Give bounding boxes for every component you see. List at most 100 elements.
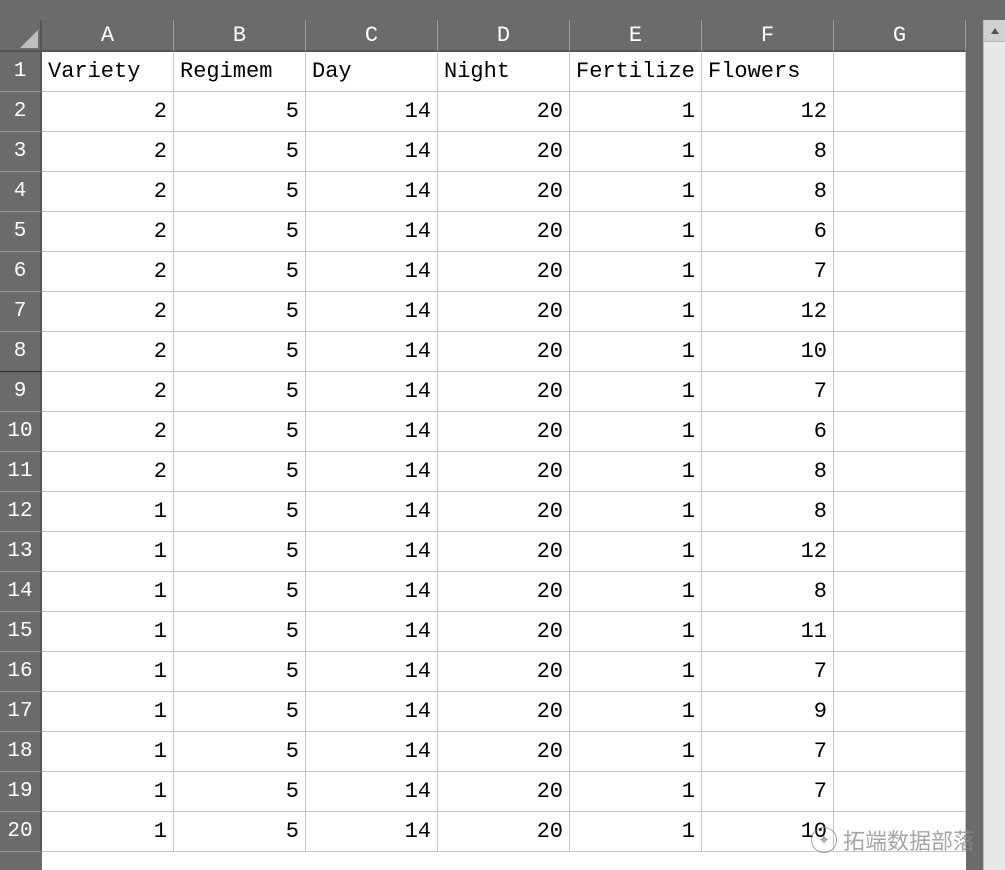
cell-F1[interactable]: Flowers	[702, 52, 834, 92]
cell-B8[interactable]: 5	[174, 332, 306, 372]
cell-D9[interactable]: 20	[438, 372, 570, 412]
cell-F20[interactable]: 10	[702, 812, 834, 852]
cell-E5[interactable]: 1	[570, 212, 702, 252]
cell-D6[interactable]: 20	[438, 252, 570, 292]
cell-B18[interactable]: 5	[174, 732, 306, 772]
scroll-up-button[interactable]	[984, 20, 1005, 42]
select-all-corner[interactable]	[0, 20, 42, 52]
column-header-G[interactable]: G	[834, 20, 966, 52]
cell-G5[interactable]	[834, 212, 966, 252]
cell-F3[interactable]: 8	[702, 132, 834, 172]
cell-D12[interactable]: 20	[438, 492, 570, 532]
row-header-12[interactable]: 12	[0, 492, 42, 532]
cell-C17[interactable]: 14	[306, 692, 438, 732]
cell-G16[interactable]	[834, 652, 966, 692]
cell-C5[interactable]: 14	[306, 212, 438, 252]
cell-A20[interactable]: 1	[42, 812, 174, 852]
cell-C18[interactable]: 14	[306, 732, 438, 772]
cell-F18[interactable]: 7	[702, 732, 834, 772]
column-header-E[interactable]: E	[570, 20, 702, 52]
cell-F9[interactable]: 7	[702, 372, 834, 412]
cell-B4[interactable]: 5	[174, 172, 306, 212]
cell-G4[interactable]	[834, 172, 966, 212]
cell-G14[interactable]	[834, 572, 966, 612]
cell-F19[interactable]: 7	[702, 772, 834, 812]
cell-F17[interactable]: 9	[702, 692, 834, 732]
cell-E14[interactable]: 1	[570, 572, 702, 612]
row-header-8[interactable]: 8	[0, 332, 42, 372]
cell-D5[interactable]: 20	[438, 212, 570, 252]
cell-E3[interactable]: 1	[570, 132, 702, 172]
row-header-14[interactable]: 14	[0, 572, 42, 612]
cell-D7[interactable]: 20	[438, 292, 570, 332]
column-header-A[interactable]: A	[42, 20, 174, 52]
row-header-13[interactable]: 13	[0, 532, 42, 572]
cell-E11[interactable]: 1	[570, 452, 702, 492]
cell-D13[interactable]: 20	[438, 532, 570, 572]
row-header-4[interactable]: 4	[0, 172, 42, 212]
cell-E12[interactable]: 1	[570, 492, 702, 532]
cell-G2[interactable]	[834, 92, 966, 132]
cell-C14[interactable]: 14	[306, 572, 438, 612]
column-header-D[interactable]: D	[438, 20, 570, 52]
scroll-track[interactable]	[984, 42, 1005, 870]
row-header-11[interactable]: 11	[0, 452, 42, 492]
cell-D11[interactable]: 20	[438, 452, 570, 492]
row-header-15[interactable]: 15	[0, 612, 42, 652]
cell-E6[interactable]: 1	[570, 252, 702, 292]
cell-E16[interactable]: 1	[570, 652, 702, 692]
cell-C1[interactable]: Day	[306, 52, 438, 92]
cell-G12[interactable]	[834, 492, 966, 532]
cell-B10[interactable]: 5	[174, 412, 306, 452]
cells-area[interactable]: VarietyRegimemDayNightFertilizeFlowers25…	[42, 52, 966, 870]
row-header-2[interactable]: 2	[0, 92, 42, 132]
row-header-5[interactable]: 5	[0, 212, 42, 252]
cell-D20[interactable]: 20	[438, 812, 570, 852]
cell-A1[interactable]: Variety	[42, 52, 174, 92]
cell-G13[interactable]	[834, 532, 966, 572]
cell-G20[interactable]	[834, 812, 966, 852]
cell-A9[interactable]: 2	[42, 372, 174, 412]
cell-E15[interactable]: 1	[570, 612, 702, 652]
cell-D19[interactable]: 20	[438, 772, 570, 812]
cell-B5[interactable]: 5	[174, 212, 306, 252]
cell-C15[interactable]: 14	[306, 612, 438, 652]
cell-F12[interactable]: 8	[702, 492, 834, 532]
cell-G3[interactable]	[834, 132, 966, 172]
cell-C12[interactable]: 14	[306, 492, 438, 532]
cell-F15[interactable]: 11	[702, 612, 834, 652]
cell-E9[interactable]: 1	[570, 372, 702, 412]
cell-F4[interactable]: 8	[702, 172, 834, 212]
cell-G15[interactable]	[834, 612, 966, 652]
cell-A8[interactable]: 2	[42, 332, 174, 372]
cell-E18[interactable]: 1	[570, 732, 702, 772]
cell-B6[interactable]: 5	[174, 252, 306, 292]
row-header-18[interactable]: 18	[0, 732, 42, 772]
row-header-20[interactable]: 20	[0, 812, 42, 852]
cell-A3[interactable]: 2	[42, 132, 174, 172]
cell-B1[interactable]: Regimem	[174, 52, 306, 92]
cell-B19[interactable]: 5	[174, 772, 306, 812]
cell-F11[interactable]: 8	[702, 452, 834, 492]
cell-C6[interactable]: 14	[306, 252, 438, 292]
cell-B14[interactable]: 5	[174, 572, 306, 612]
cell-D16[interactable]: 20	[438, 652, 570, 692]
cell-B17[interactable]: 5	[174, 692, 306, 732]
cell-C19[interactable]: 14	[306, 772, 438, 812]
cell-E7[interactable]: 1	[570, 292, 702, 332]
cell-E1[interactable]: Fertilize	[570, 52, 702, 92]
cell-E19[interactable]: 1	[570, 772, 702, 812]
cell-D18[interactable]: 20	[438, 732, 570, 772]
cell-D1[interactable]: Night	[438, 52, 570, 92]
cell-A2[interactable]: 2	[42, 92, 174, 132]
cell-G1[interactable]	[834, 52, 966, 92]
cell-B20[interactable]: 5	[174, 812, 306, 852]
cell-A12[interactable]: 1	[42, 492, 174, 532]
cell-B16[interactable]: 5	[174, 652, 306, 692]
cell-C9[interactable]: 14	[306, 372, 438, 412]
cell-F7[interactable]: 12	[702, 292, 834, 332]
cell-A15[interactable]: 1	[42, 612, 174, 652]
cell-G7[interactable]	[834, 292, 966, 332]
cell-A16[interactable]: 1	[42, 652, 174, 692]
cell-B13[interactable]: 5	[174, 532, 306, 572]
